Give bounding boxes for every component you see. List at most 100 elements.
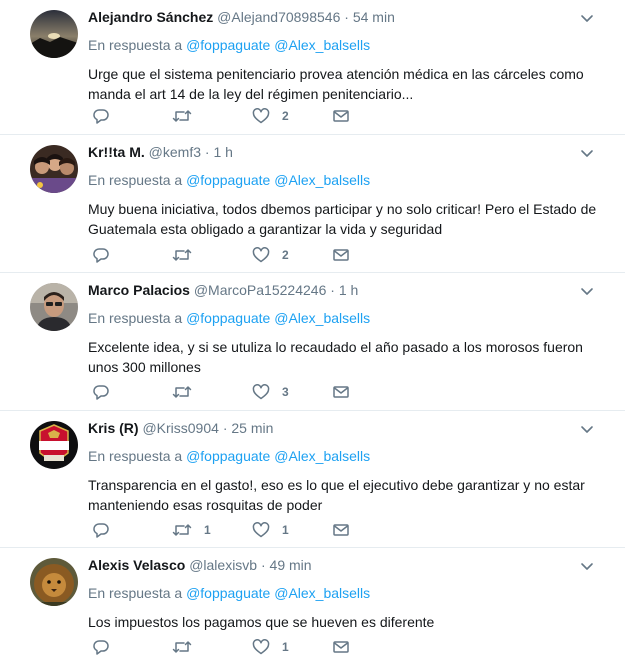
mention-link[interactable]: @foppaguate (186, 585, 270, 601)
like-button[interactable]: 2 (252, 106, 289, 126)
display-name[interactable]: Alexis Velasco (88, 557, 185, 573)
tweet-text: Excelente idea, y si se utuliza lo recau… (88, 339, 583, 375)
display-name[interactable]: Alejandro Sánchez (88, 9, 213, 25)
like-count: 3 (282, 385, 289, 399)
reply-button[interactable] (92, 382, 122, 402)
envelope-icon (333, 524, 349, 536)
tweet-actions: 2 (92, 106, 392, 126)
chevron-down-icon[interactable] (579, 283, 595, 299)
reply-context: En respuesta a @foppaguate @Alex_balsell… (88, 309, 605, 327)
separator: · (260, 557, 266, 573)
avatar[interactable] (30, 421, 78, 469)
display-name[interactable]: Kr!!ta M. (88, 144, 145, 160)
timestamp[interactable]: 25 min (231, 420, 273, 436)
user-handle[interactable]: @Kriss0904 (142, 420, 218, 436)
tweet[interactable]: Alejandro Sánchez @Alejand70898546 · 54 … (0, 0, 625, 135)
retweet-icon (172, 110, 192, 122)
chevron-down-icon[interactable] (579, 145, 595, 161)
mention-link[interactable]: @foppaguate (186, 172, 270, 188)
retweet-button[interactable] (172, 106, 204, 126)
tweet-actions: 1 1 (92, 520, 392, 540)
retweet-button[interactable] (172, 637, 204, 657)
retweet-icon (172, 249, 192, 261)
separator: · (344, 9, 349, 25)
mention-link[interactable]: @foppaguate (186, 310, 270, 326)
user-handle[interactable]: @MarcoPa15224246 (194, 282, 327, 298)
timestamp[interactable]: 1 h (213, 144, 232, 160)
tweet-header: Alejandro Sánchez @Alejand70898546 · 54 … (88, 8, 605, 26)
reply-prefix: En respuesta a (88, 310, 183, 326)
retweet-button[interactable]: 1 (172, 520, 211, 540)
reply-icon (93, 248, 109, 263)
display-name[interactable]: Kris (R) (88, 420, 139, 436)
separator: · (222, 420, 228, 436)
tweet-header: Kr!!ta M. @kemf3 · 1 h (88, 143, 605, 161)
like-button[interactable]: 2 (252, 245, 289, 265)
reply-button[interactable] (92, 637, 122, 657)
avatar[interactable] (30, 145, 78, 193)
envelope-icon (333, 110, 349, 122)
direct-message-button[interactable] (332, 637, 350, 657)
like-count: 2 (282, 248, 289, 262)
timestamp[interactable]: 49 min (270, 557, 312, 573)
mention-link[interactable]: @Alex_balsells (274, 172, 370, 188)
reply-prefix: En respuesta a (88, 172, 183, 188)
mention-link[interactable]: @Alex_balsells (274, 448, 370, 464)
reply-context: En respuesta a @foppaguate @Alex_balsell… (88, 171, 605, 189)
like-button[interactable]: 3 (252, 382, 289, 402)
user-handle[interactable]: @kemf3 (149, 144, 201, 160)
reply-icon (93, 523, 109, 538)
timestamp[interactable]: 54 min (353, 9, 395, 25)
separator: · (204, 144, 210, 160)
mention-link[interactable]: @Alex_balsells (274, 585, 370, 601)
user-handle[interactable]: @lalexisvb (189, 557, 257, 573)
reply-icon (93, 385, 109, 400)
avatar[interactable] (30, 558, 78, 606)
envelope-icon (333, 641, 349, 653)
tweet-actions: 3 (92, 382, 392, 402)
chevron-down-icon[interactable] (579, 558, 595, 574)
like-count: 1 (282, 640, 289, 654)
tweet[interactable]: Kr!!ta M. @kemf3 · 1 h En respuesta a @f… (0, 135, 625, 273)
chevron-down-icon[interactable] (579, 421, 595, 437)
heart-icon (252, 384, 270, 400)
direct-message-button[interactable] (332, 382, 350, 402)
tweet-header: Alexis Velasco @lalexisvb · 49 min (88, 556, 605, 574)
reply-prefix: En respuesta a (88, 37, 183, 53)
user-handle[interactable]: @Alejand70898546 (217, 9, 340, 25)
direct-message-button[interactable] (332, 520, 350, 540)
reply-button[interactable] (92, 106, 122, 126)
mention-link[interactable]: @Alex_balsells (274, 37, 370, 53)
direct-message-button[interactable] (332, 245, 350, 265)
tweet[interactable]: Marco Palacios @MarcoPa15224246 · 1 h En… (0, 273, 625, 411)
retweet-button[interactable] (172, 382, 204, 402)
like-button[interactable]: 1 (252, 637, 289, 657)
mention-link[interactable]: @Alex_balsells (274, 310, 370, 326)
like-button[interactable]: 1 (252, 520, 289, 540)
avatar[interactable] (30, 10, 78, 58)
retweet-icon (172, 386, 192, 398)
display-name[interactable]: Marco Palacios (88, 282, 190, 298)
reply-button[interactable] (92, 520, 122, 540)
reply-icon (93, 640, 109, 655)
retweet-icon (172, 641, 192, 653)
direct-message-button[interactable] (332, 106, 350, 126)
chevron-down-icon[interactable] (579, 10, 595, 26)
reply-button[interactable] (92, 245, 122, 265)
retweet-button[interactable] (172, 245, 204, 265)
avatar[interactable] (30, 283, 78, 331)
reply-context: En respuesta a @foppaguate @Alex_balsell… (88, 584, 605, 602)
like-count: 1 (282, 523, 289, 537)
tweet-text: Transparencia en el gasto!, eso es lo qu… (88, 477, 585, 513)
heart-icon (252, 639, 270, 655)
tweet-actions: 1 (92, 637, 392, 657)
tweet-text: Urge que el sistema penitenciario provea… (88, 66, 584, 102)
envelope-icon (333, 386, 349, 398)
tweet[interactable]: Alexis Velasco @lalexisvb · 49 min En re… (0, 548, 625, 667)
mention-link[interactable]: @foppaguate (186, 37, 270, 53)
tweet-header: Marco Palacios @MarcoPa15224246 · 1 h (88, 281, 605, 299)
mention-link[interactable]: @foppaguate (186, 448, 270, 464)
retweet-icon (172, 524, 192, 536)
timestamp[interactable]: 1 h (339, 282, 358, 298)
tweet[interactable]: Kris (R) @Kriss0904 · 25 min En respuest… (0, 411, 625, 548)
